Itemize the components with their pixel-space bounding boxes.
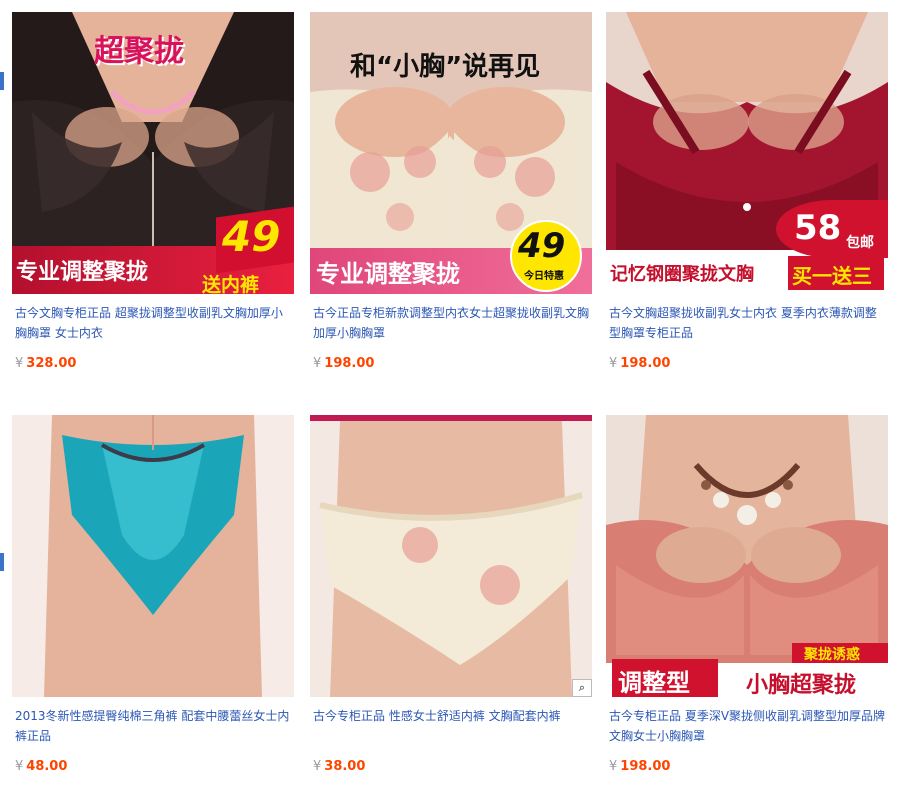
price-value: 198.00 — [324, 356, 375, 371]
overlay-badge-text: 送内裤 — [202, 274, 260, 294]
overlay-price-sub: 今日特惠 — [524, 271, 564, 282]
overlay-bottom-text: 专业调整聚拢 — [316, 260, 460, 288]
product-grid-page: 超聚拢 专业调整聚拢 送内裤 49 古今文胸专柜正品 超聚拢调整型收副乳文胸加厚… — [0, 0, 900, 804]
side-tab[interactable] — [0, 553, 4, 571]
product-card[interactable]: 超聚拢 专业调整聚拢 送内裤 49 古今文胸专柜正品 超聚拢调整型收副乳文胸加厚… — [12, 12, 294, 374]
price-value: 48.00 — [26, 759, 68, 774]
product-price: ¥38.00 — [310, 757, 592, 777]
currency-symbol: ¥ — [609, 759, 618, 774]
currency-symbol: ¥ — [313, 356, 322, 371]
price-value: 38.00 — [324, 759, 366, 774]
product-title-link[interactable]: 古今专柜正品 夏季深V聚拢侧收副乳调整型加厚品牌文胸女士小胸胸罩 — [606, 706, 888, 746]
currency-symbol: ¥ — [313, 759, 322, 774]
overlay-price-sub: 包邮 — [846, 235, 874, 251]
product-card[interactable]: 2013冬新性感提臀纯棉三角裤 配套中腰蕾丝女士内裤正品 ¥48.00 — [12, 415, 294, 777]
product-image[interactable]: 聚拢诱惑 调整型 小胸超聚拢 — [606, 415, 888, 697]
overlay-top-text: 和“小胸”说再见 — [350, 52, 541, 82]
product-image[interactable]: 记忆钢圈聚拢文胸 买一送三 58 包邮 — [606, 12, 888, 294]
product-photo-cream-panty — [310, 415, 592, 697]
product-card[interactable]: 和“小胸”说再见 专业调整聚拢 49 今日特惠 古今正品专柜新款调整型内衣女士超… — [310, 12, 592, 374]
overlay-badge-text: 买一送三 — [792, 264, 872, 288]
price-value: 328.00 — [26, 356, 77, 371]
overlay-bottom-left-text: 调整型 — [618, 669, 690, 697]
currency-symbol: ¥ — [15, 356, 24, 371]
product-price: ¥48.00 — [12, 757, 294, 777]
overlay-bottom-text: 专业调整聚拢 — [16, 260, 149, 285]
product-price: ¥198.00 — [310, 354, 592, 374]
overlay-bottom-text: 记忆钢圈聚拢文胸 — [610, 264, 754, 285]
overlay-price: 49 — [518, 226, 566, 266]
side-tab[interactable] — [0, 72, 4, 90]
currency-symbol: ¥ — [15, 759, 24, 774]
overlay-price: 58 — [794, 208, 842, 248]
product-price: ¥198.00 — [606, 757, 888, 777]
product-title-link[interactable]: 古今文胸专柜正品 超聚拢调整型收副乳文胸加厚小胸胸罩 女士内衣 — [12, 303, 294, 343]
product-image[interactable]: 超聚拢 专业调整聚拢 送内裤 49 — [12, 12, 294, 294]
product-title-link[interactable]: 古今专柜正品 性感女士舒适内裤 文胸配套内裤 — [310, 706, 592, 746]
product-card[interactable]: ⌕ 古今专柜正品 性感女士舒适内裤 文胸配套内裤 ¥38.00 — [310, 415, 592, 777]
product-image[interactable]: ⌕ — [310, 415, 592, 697]
product-image[interactable] — [12, 415, 294, 697]
price-value: 198.00 — [620, 356, 671, 371]
product-card[interactable]: 聚拢诱惑 调整型 小胸超聚拢 古今专柜正品 夏季深V聚拢侧收副乳调整型加厚品牌文… — [606, 415, 888, 777]
product-card[interactable]: 记忆钢圈聚拢文胸 买一送三 58 包邮 古今文胸超聚拢收副乳女士内衣 夏季内衣薄… — [606, 12, 888, 374]
product-image[interactable]: 和“小胸”说再见 专业调整聚拢 49 今日特惠 — [310, 12, 592, 294]
price-value: 198.00 — [620, 759, 671, 774]
currency-symbol: ¥ — [609, 356, 618, 371]
product-title-link[interactable]: 2013冬新性感提臀纯棉三角裤 配套中腰蕾丝女士内裤正品 — [12, 706, 294, 746]
overlay-price: 49 — [222, 212, 281, 261]
product-photo-teal-panty — [12, 415, 294, 697]
product-title-link[interactable]: 古今正品专柜新款调整型内衣女士超聚拢收副乳文胸加厚小胸胸罩 — [310, 303, 592, 343]
overlay-corner-text: 聚拢诱惑 — [804, 647, 860, 663]
product-price: ¥198.00 — [606, 354, 888, 374]
overlay-bottom-right-text: 小胸超聚拢 — [746, 673, 857, 697]
product-price: ¥328.00 — [12, 354, 294, 374]
overlay-top-text: 超聚拢 — [94, 34, 184, 69]
product-title-link[interactable]: 古今文胸超聚拢收副乳女士内衣 夏季内衣薄款调整型胸罩专柜正品 — [606, 303, 888, 343]
magnifier-icon[interactable]: ⌕ — [572, 679, 592, 697]
